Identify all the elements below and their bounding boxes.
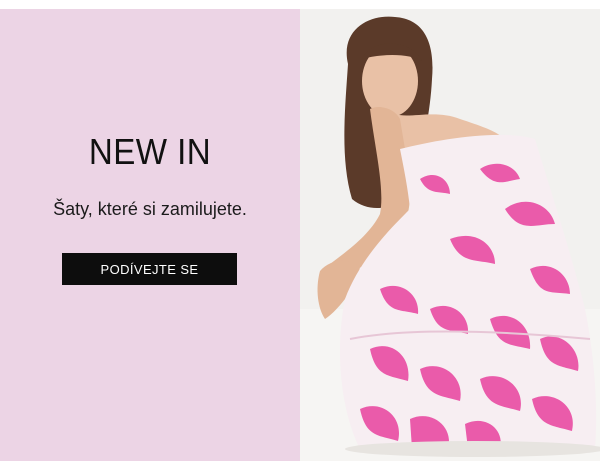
model-illustration xyxy=(300,9,600,461)
model-photo[interactable] xyxy=(300,9,600,461)
promo-text-panel: NEW IN Šaty, které si zamilujete. PODÍVE… xyxy=(0,9,300,461)
promo-banner[interactable]: NEW IN Šaty, které si zamilujete. PODÍVE… xyxy=(0,9,600,461)
shop-now-button[interactable]: PODÍVEJTE SE xyxy=(62,253,237,285)
subheadline: Šaty, které si zamilujete. xyxy=(53,199,247,219)
headline: NEW IN xyxy=(88,131,212,172)
